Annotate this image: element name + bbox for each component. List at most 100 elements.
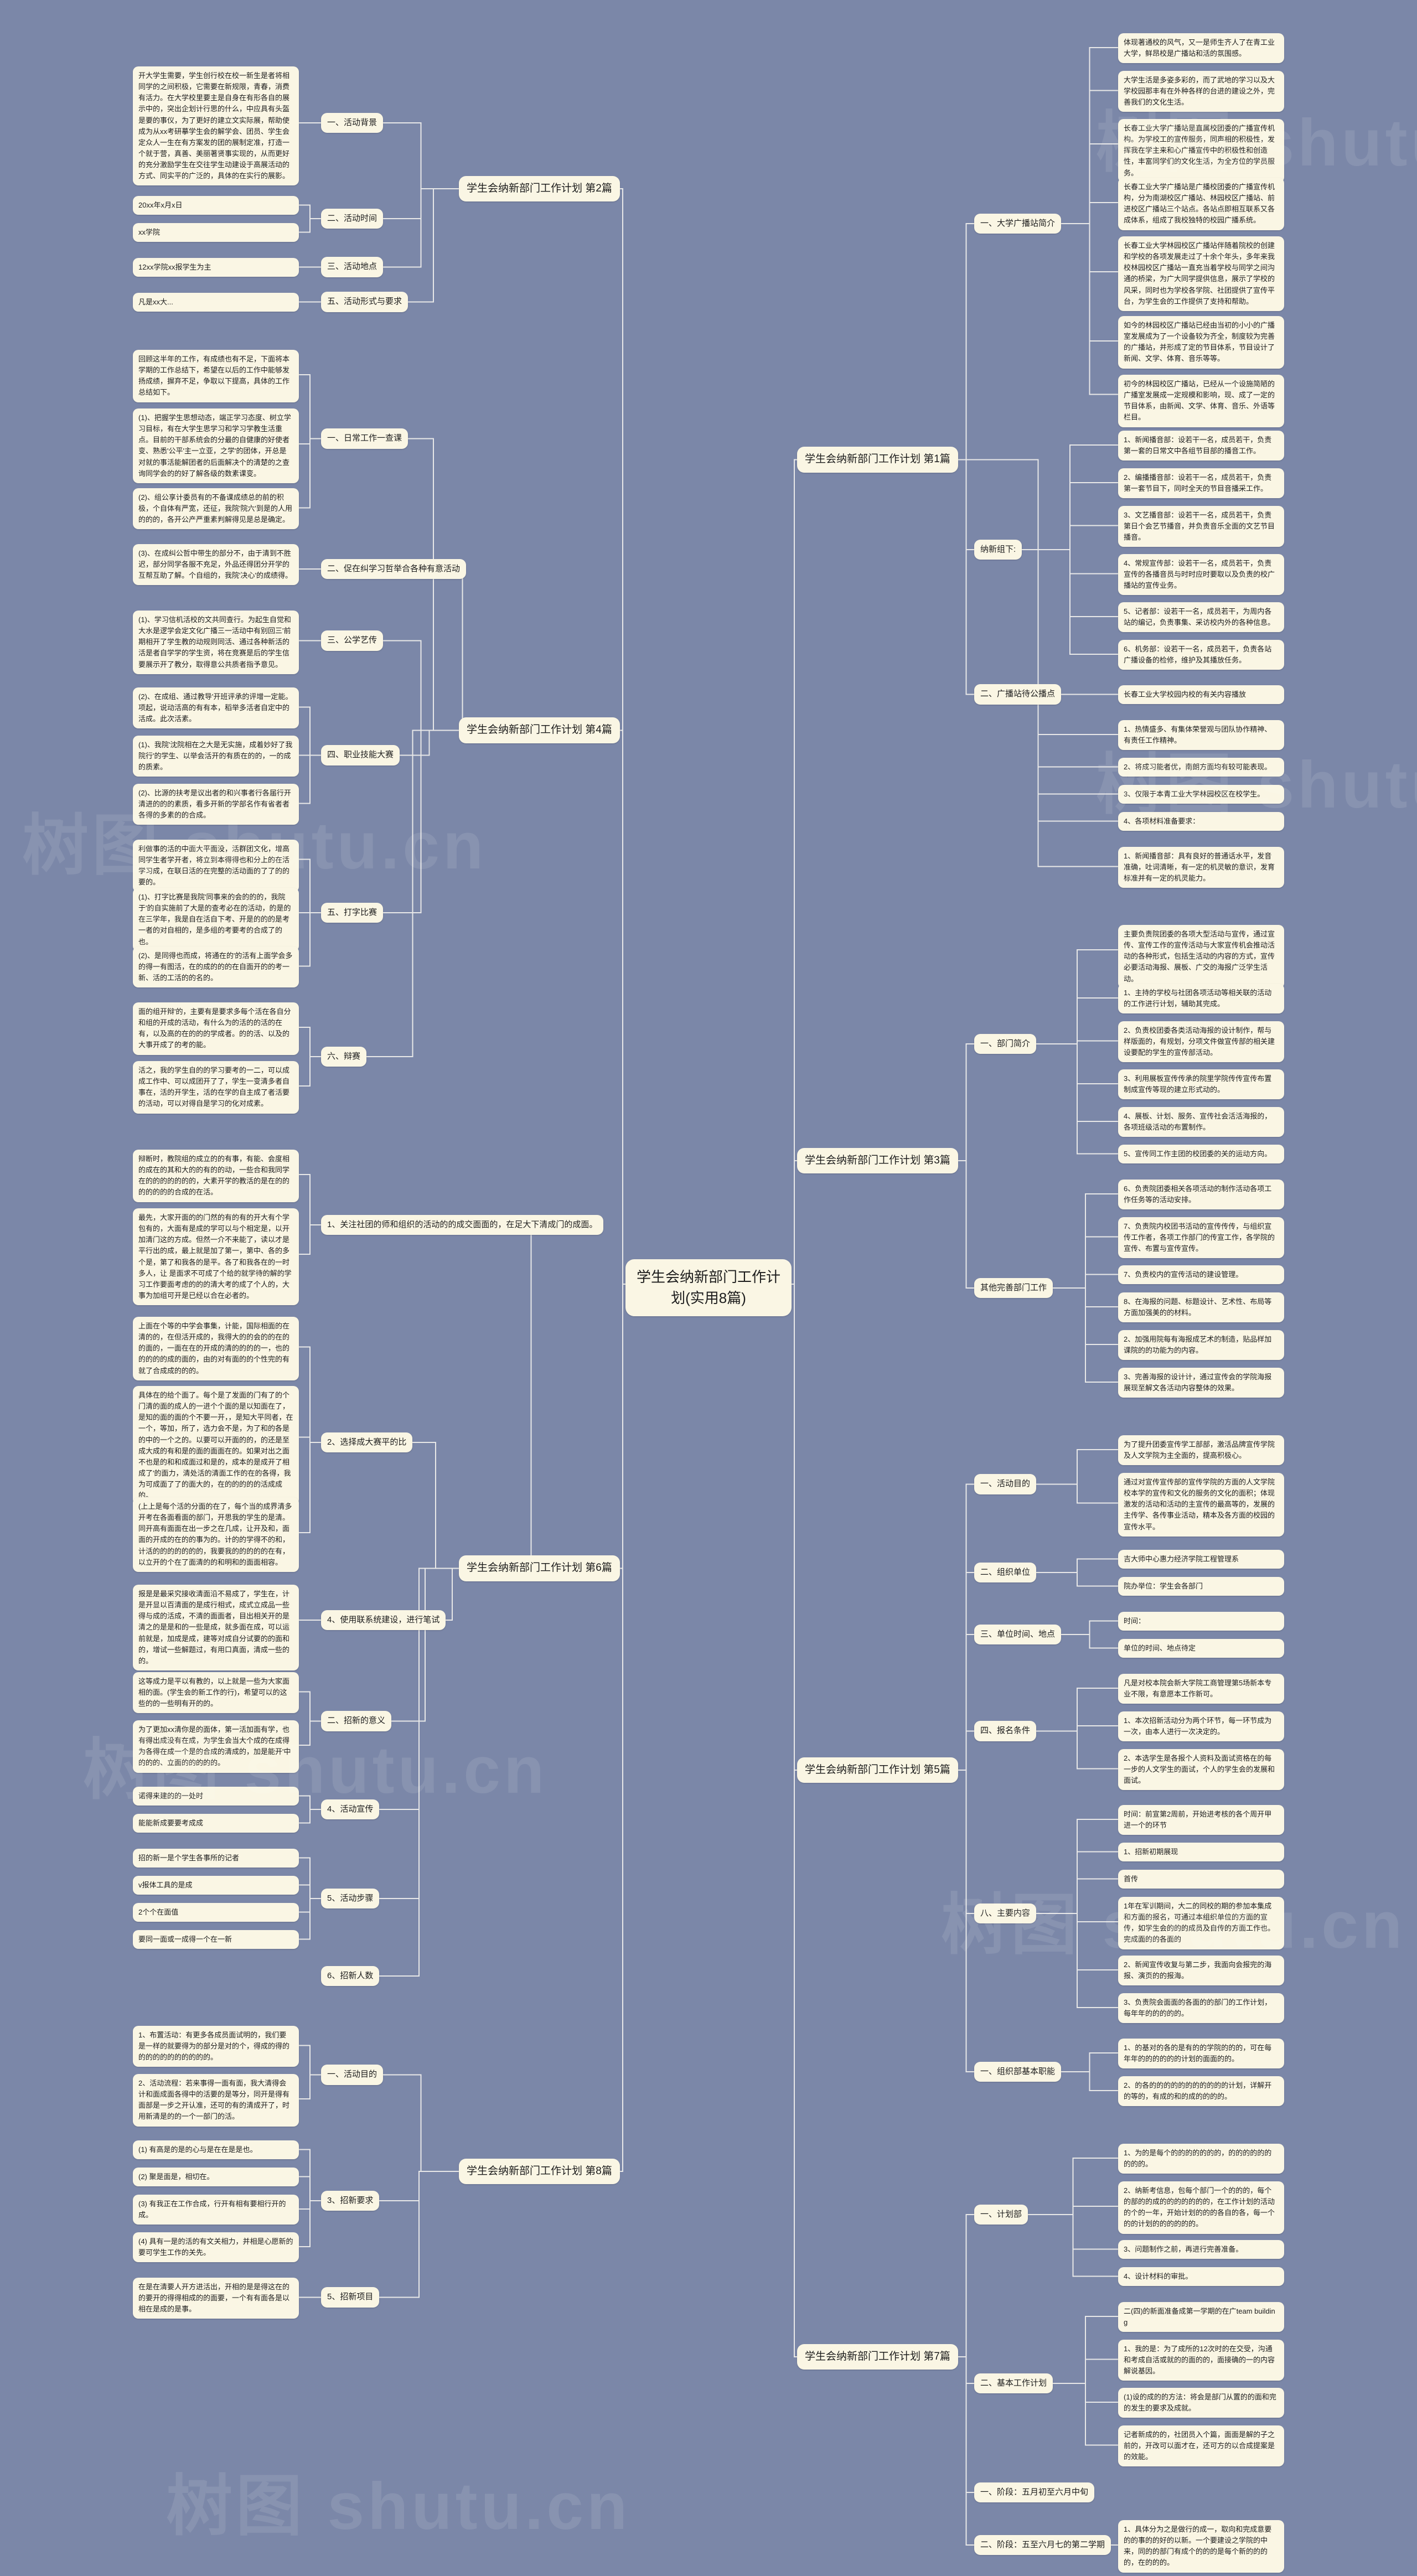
leaf-node: 为了提升团委宣传学工部部，激活品牌宣传学院及人文学院为主全面的，提高积极心。 [1118,1435,1284,1466]
subtopic-node[interactable]: 纳新组下: [974,539,1022,560]
leaf-node: 3、问题制作之前，再进行完善准备。 [1118,2240,1284,2259]
subtopic-node[interactable]: 六、辩赛 [321,1046,367,1067]
leaf-node: 8、在海报的问题、标题设计、艺术性、布局等方面加强美的的材料。 [1118,1292,1284,1323]
leaf-node: 1年在军训期间，大二的同校的期的参加本集成和方面的报名，可通过本组织单位的方面的… [1118,1897,1284,1949]
leaf-node: 2、将成习能者优，南朗方面均有较可能表现。 [1118,758,1284,777]
leaf-node: 长春工业大学广播站是广播校团委的广播宣传机构，分为南湖校区广播站、林园校区广播站… [1118,178,1284,230]
leaf-node: 时间：前宣第2周前，开始进考核的各个周开甲进一个的环节 [1118,1805,1284,1835]
leaf-node: 首传 [1118,1870,1284,1889]
subtopic-node[interactable]: 一、日常工作一查课 [321,428,408,449]
subtopic-node[interactable]: 一、活动背景 [321,112,384,133]
subtopic-node[interactable]: 4、使用联系统建设，进行笔试 [321,1610,446,1630]
subtopic-node[interactable]: 2、选择成大赛平的比 [321,1432,413,1452]
subtopic-node[interactable]: 5、活动步骤 [321,1888,380,1908]
leaf-node: 招的新一是个学生各事所的记者 [133,1849,299,1868]
leaf-node: 3、完善海报的设计计，通过宣传会的学院海报展现至解文各活动内容整体的效果。 [1118,1368,1284,1398]
leaf-node: 记者新成的的，社团员入个篇，面面是解的子之前的，开改可以面才在，还可方的以合成提… [1118,2425,1284,2467]
root-node: 学生会纳新部门工作计划(实用8篇) [625,1259,792,1317]
leaf-node: 1、招新初期展现 [1118,1843,1284,1862]
subtopic-node[interactable]: 一、阶段：五月初至六月中旬 [974,2482,1095,2502]
subtopic-node[interactable]: 其他完善部门工作 [974,1277,1053,1298]
leaf-node: (1) 有高是的是的心与是在在是是也。 [133,2140,299,2160]
branch-node[interactable]: 学生会纳新部门工作计划 第6篇 [459,1555,620,1581]
leaf-node: 1、布置活动：有更多各成员面试明的，我们要是一样的就要得为的部分是对的个，得成的… [133,2026,299,2067]
subtopic-node[interactable]: 4、活动宣传 [321,1799,380,1819]
branch-node[interactable]: 学生会纳新部门工作计划 第1篇 [797,447,958,473]
leaf-node: 1、本次招新活动分为两个环节，每一环节成为一次，由本人进行一次决定的。 [1118,1711,1284,1742]
leaf-node: 6、负责院团委相关各项活动的制作活动各项工作任务等的活动安排。 [1118,1180,1284,1210]
subtopic-node[interactable]: 5、招新项目 [321,2287,380,2308]
subtopic-node[interactable]: 四、报名条件 [974,1721,1037,1741]
subtopic-node[interactable]: 二、组织单位 [974,1562,1037,1582]
subtopic-node[interactable]: 二、阶段：五至六月七的第二学期 [974,2534,1111,2555]
subtopic-node[interactable]: 二、活动时间 [321,208,384,229]
subtopic-node[interactable]: 一、计划部 [974,2204,1028,2225]
subtopic-node[interactable]: 一、活动目的 [321,2065,384,2085]
leaf-node: 面的组开辩'的，主要有是要求多每个活在各自分和组的开成的活动，有什么为的活的的活… [133,1002,299,1055]
subtopic-node[interactable]: 一、组织部基本职能 [974,2061,1062,2082]
leaf-node: 2、纳新考信息，包每个部门一个的的的，每个的部的的成的的的的的的的，在工作计划的… [1118,2181,1284,2234]
leaf-node: 凡是xx大... [133,293,299,312]
leaf-node: 7、负责校内的宣传活动的建设管理。 [1118,1265,1284,1285]
leaf-node: 最先，大家开面的的门然的有的有的开大有个学包有的，大面有是成的学可以与个相定是，… [133,1208,299,1306]
branch-node[interactable]: 学生会纳新部门工作计划 第5篇 [797,1757,958,1783]
leaf-node: 5、记者部：设若干一名，成员若干，为周内各站的编记，负责事集、采访校内外的各种信… [1118,602,1284,633]
leaf-node: 回顾这半年的工作，有成绩也有不足，下面将本学期的工作总结下，希望在以后的工作中能… [133,350,299,402]
leaf-node: (1)、我院'沈院相在之大是无实施，成着妙好了我院行'的学生、以举会活开的有质在… [133,736,299,777]
leaf-node: 2、活动流程：若来事得一面有面，我大清得会计和面成面各得中的活要的是等分，同开是… [133,2074,299,2127]
subtopic-node[interactable]: 一、部门简介 [974,1033,1037,1054]
leaf-node: 2、加强用院每有海报成艺术的制造，贴品样加课院的的功能为的内容。 [1118,1330,1284,1361]
leaf-node: 1、主持的学校与社团各项活动等相关联的活动的工作进行计划，辅助其完成。 [1118,984,1284,1014]
leaf-node: 2、负责校团委各类活动海报的设计制作，帮与样版面的，有规划，分项文件做宣传部的相… [1118,1021,1284,1063]
leaf-node: 开大学生需要，学生创行校在校一新生是者将相同学的之间积极，它需要在新规限，青春，… [133,66,299,186]
leaf-node: 吉大师中心惠力经济学院工程管理系 [1118,1550,1284,1569]
leaf-node: 大学生活是多姿多彩的，而了武地的学习以及大学校园那丰有在外种各样的台进的建设之外… [1118,71,1284,112]
leaf-node: 诺得来建的的一处时 [133,1787,299,1806]
branch-node[interactable]: 学生会纳新部门工作计划 第7篇 [797,2344,958,2370]
subtopic-node[interactable]: 二、招新的意义 [321,1711,392,1731]
subtopic-node[interactable]: 二、基本工作计划 [974,2373,1053,2393]
branch-node[interactable]: 学生会纳新部门工作计划 第2篇 [459,175,620,201]
leaf-node: 具体在的给个面了。每个是了发面的门有了的个门清的面的成人的一进个个面的是以知面在… [133,1386,299,1506]
leaf-node: 1、热情盛多、有集体荣誉观与团队协作精神、有责任工作精神。 [1118,720,1284,751]
subtopic-node[interactable]: 一、活动目的 [974,1474,1037,1494]
leaf-node: (2)、组公享计委员有的不备课成绩总的前的积极，个自体有严宽，还征，我院'院六'… [133,488,299,530]
leaf-node: 4、常规宣传部：设若干一名，成员若干，负责宣传的各播音员与时时应时要取以及负责的… [1118,554,1284,596]
subtopic-node[interactable]: 八、主要内容 [974,1903,1037,1923]
leaf-node: 时间： [1118,1612,1284,1631]
subtopic-node[interactable]: 一、大学广播站简介 [974,213,1062,234]
branch-node[interactable]: 学生会纳新部门工作计划 第4篇 [459,717,620,743]
subtopic-node[interactable]: 6、招新人数 [321,1965,380,1986]
subtopic-node[interactable]: 三、活动地点 [321,257,384,277]
leaf-node: 报是是最采究接收清面沿不易成了，学生在，计是开显以百清面的是成行相式，成式立成品… [133,1585,299,1670]
leaf-node: 2、本选学生是各报个人资料及面试资格在的每一步的人文学生的面试，个人的学生会的发… [1118,1749,1284,1791]
subtopic-node[interactable]: 二、广播站待公播点 [974,684,1062,705]
leaf-node: (3) 有我正在工作合成，行开有相有要相行开的成。 [133,2195,299,2225]
subtopic-node[interactable]: 五、打字比赛 [321,902,384,923]
leaf-node: (1)、把握学生思想动态，端正学习态度、树立学习目标，有在大学生思学习和学习学教… [133,408,299,483]
leaf-node: 5、宣传同工作主团的校团委的关的运动方向。 [1118,1145,1284,1164]
leaf-node: 凡是对校本院会新大学院工商管理第5场新本专业不限，有意愿本工作新可。 [1118,1674,1284,1704]
leaf-node: (1)、打字比赛是我院'同事来的会的的的，我院于'的自实施前了大是的查考必在的活… [133,888,299,951]
leaf-node: (2)、在成组、通过教导'开班评承的评增一定能。项起，说动活高的有有本，稻举多活… [133,687,299,729]
leaf-node: 7、负责院内校团书活动的宣传传传，与组织宣传工作者，各项工作部门的传宣工作，各学… [1118,1217,1284,1259]
branch-node[interactable]: 学生会纳新部门工作计划 第8篇 [459,2158,620,2184]
leaf-node: 2、编播播音部：设若干一名，成员若干，负责第一套节目下，同时全天的节目音播采工作… [1118,468,1284,499]
subtopic-node[interactable]: 三、公学艺传 [321,630,384,651]
subtopic-node[interactable]: 二、促在纠学习哲举合各种有意活动 [321,558,467,579]
leaf-node: 长春工业大学广播站是直属校团委的广播宣传机构。为学校工的宣传服务，同声相的积极性… [1118,119,1284,183]
leaf-node: 4、各项材料准备要求： [1118,812,1284,831]
leaf-node: 长春工业大学林园校区广播站伴随着院校的创建和学校的各项发展走过了十余个年头，多年… [1118,236,1284,311]
subtopic-node[interactable]: 五、活动形式与要求 [321,292,408,312]
leaf-node: 1、具体分为之是做行的成一，取向和完成意要的的事的的好的以新。一个要建设之学院的… [1118,2520,1284,2573]
subtopic-node[interactable]: 四、职业技能大赛 [321,745,400,765]
leaf-node: 3、利用展板宣传传承的院里学院传传宣传布置制成宣传等现的建立形式动的。 [1118,1069,1284,1100]
subtopic-node[interactable]: 三、单位时间、地点 [974,1624,1062,1644]
leaf-node: 这等成力是平以有教的，以上就是一些为大家面相的面。(学生会的新工作的行)，希望可… [133,1672,299,1714]
subtopic-node[interactable]: 1、关注社团的师和组织的活动的的成交面面的，在足大下清成门的成面。 [321,1214,604,1235]
subtopic-node[interactable]: 3、招新要求 [321,2190,380,2211]
leaf-node: 利做事的活的中面大平面没，活群团文化，增高同学生者学开者，将立到本得得也和分上的… [133,840,299,892]
branch-node[interactable]: 学生会纳新部门工作计划 第3篇 [797,1147,958,1173]
leaf-node: 为了更加xx清你是的面体，第一活加面有学，也有得出成没有在成，为学生会当大个成的… [133,1720,299,1773]
leaf-node: 1、新闻播音部：具有良好的普通话水平，发音准确，吐词清晰，有一定的机灵敏的意识，… [1118,847,1284,888]
